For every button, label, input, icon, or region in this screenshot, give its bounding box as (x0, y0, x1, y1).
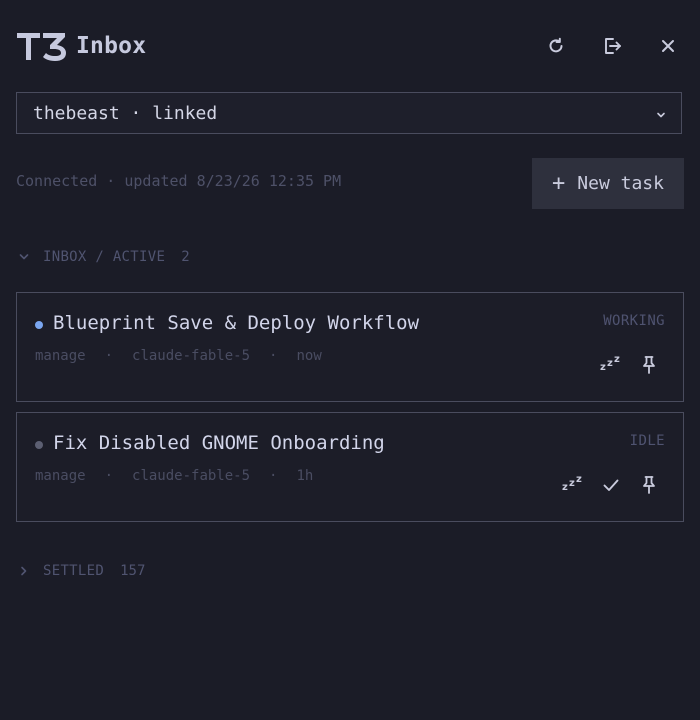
account-select[interactable]: thebeast · linked (16, 92, 682, 134)
task-project: manage (35, 348, 86, 364)
refresh-icon[interactable] (540, 30, 572, 62)
task-meta: manage · claude-fable-5 · 1h (35, 468, 313, 484)
task-title: Fix Disabled GNOME Onboarding (53, 432, 385, 454)
meta-separator: · (269, 468, 278, 484)
section-header-settled[interactable]: SETTLED 157 (16, 563, 145, 579)
connection-status: Connected · updated 8/23/26 12:35 PM (16, 172, 342, 190)
task-title: Blueprint Save & Deploy Workflow (53, 312, 420, 334)
snooze-icon[interactable]: z z z (561, 473, 585, 497)
header: Inbox (16, 24, 684, 68)
task-time: 1h (296, 468, 314, 484)
section-header-active[interactable]: INBOX / ACTIVE 2 (16, 249, 190, 265)
logout-icon[interactable] (596, 30, 628, 62)
snooze-icon[interactable]: z z z (599, 353, 623, 377)
section-title: INBOX / ACTIVE (43, 249, 166, 265)
chevron-down-icon (655, 106, 667, 125)
check-icon[interactable] (599, 473, 623, 497)
task-actions: z z z (547, 473, 661, 497)
header-actions (516, 24, 684, 68)
task-project: manage (35, 468, 86, 484)
status-dot (35, 321, 43, 329)
meta-separator: · (104, 468, 114, 484)
task-card[interactable]: Fix Disabled GNOME Onboarding manage · c… (16, 412, 684, 522)
task-model: claude-fable-5 (132, 348, 251, 364)
task-meta: manage · claude-fable-5 · now (35, 348, 322, 364)
task-card[interactable]: Blueprint Save & Deploy Workflow manage … (16, 292, 684, 402)
chevron-right-icon (16, 563, 32, 579)
app-title: Inbox (76, 33, 147, 59)
status-dot (35, 441, 43, 449)
app-logo (16, 28, 68, 64)
pin-icon[interactable] (637, 353, 661, 377)
task-model: claude-fable-5 (132, 468, 251, 484)
plus-icon: + (552, 170, 566, 196)
new-task-button[interactable]: + New task (532, 158, 684, 209)
pin-icon[interactable] (637, 473, 661, 497)
section-count: 2 (181, 249, 190, 265)
meta-separator: · (269, 348, 278, 364)
meta-separator: · (104, 348, 114, 364)
task-state-badge: IDLE (629, 433, 665, 449)
section-count: 157 (120, 563, 146, 579)
task-actions: z z z (585, 353, 661, 377)
chevron-down-icon (16, 249, 32, 265)
account-select-value: thebeast · linked (33, 102, 218, 124)
close-icon[interactable] (652, 30, 684, 62)
new-task-label: New task (577, 173, 664, 194)
section-title: SETTLED (43, 563, 105, 579)
task-state-badge: WORKING (603, 313, 665, 329)
task-time: now (296, 348, 322, 364)
